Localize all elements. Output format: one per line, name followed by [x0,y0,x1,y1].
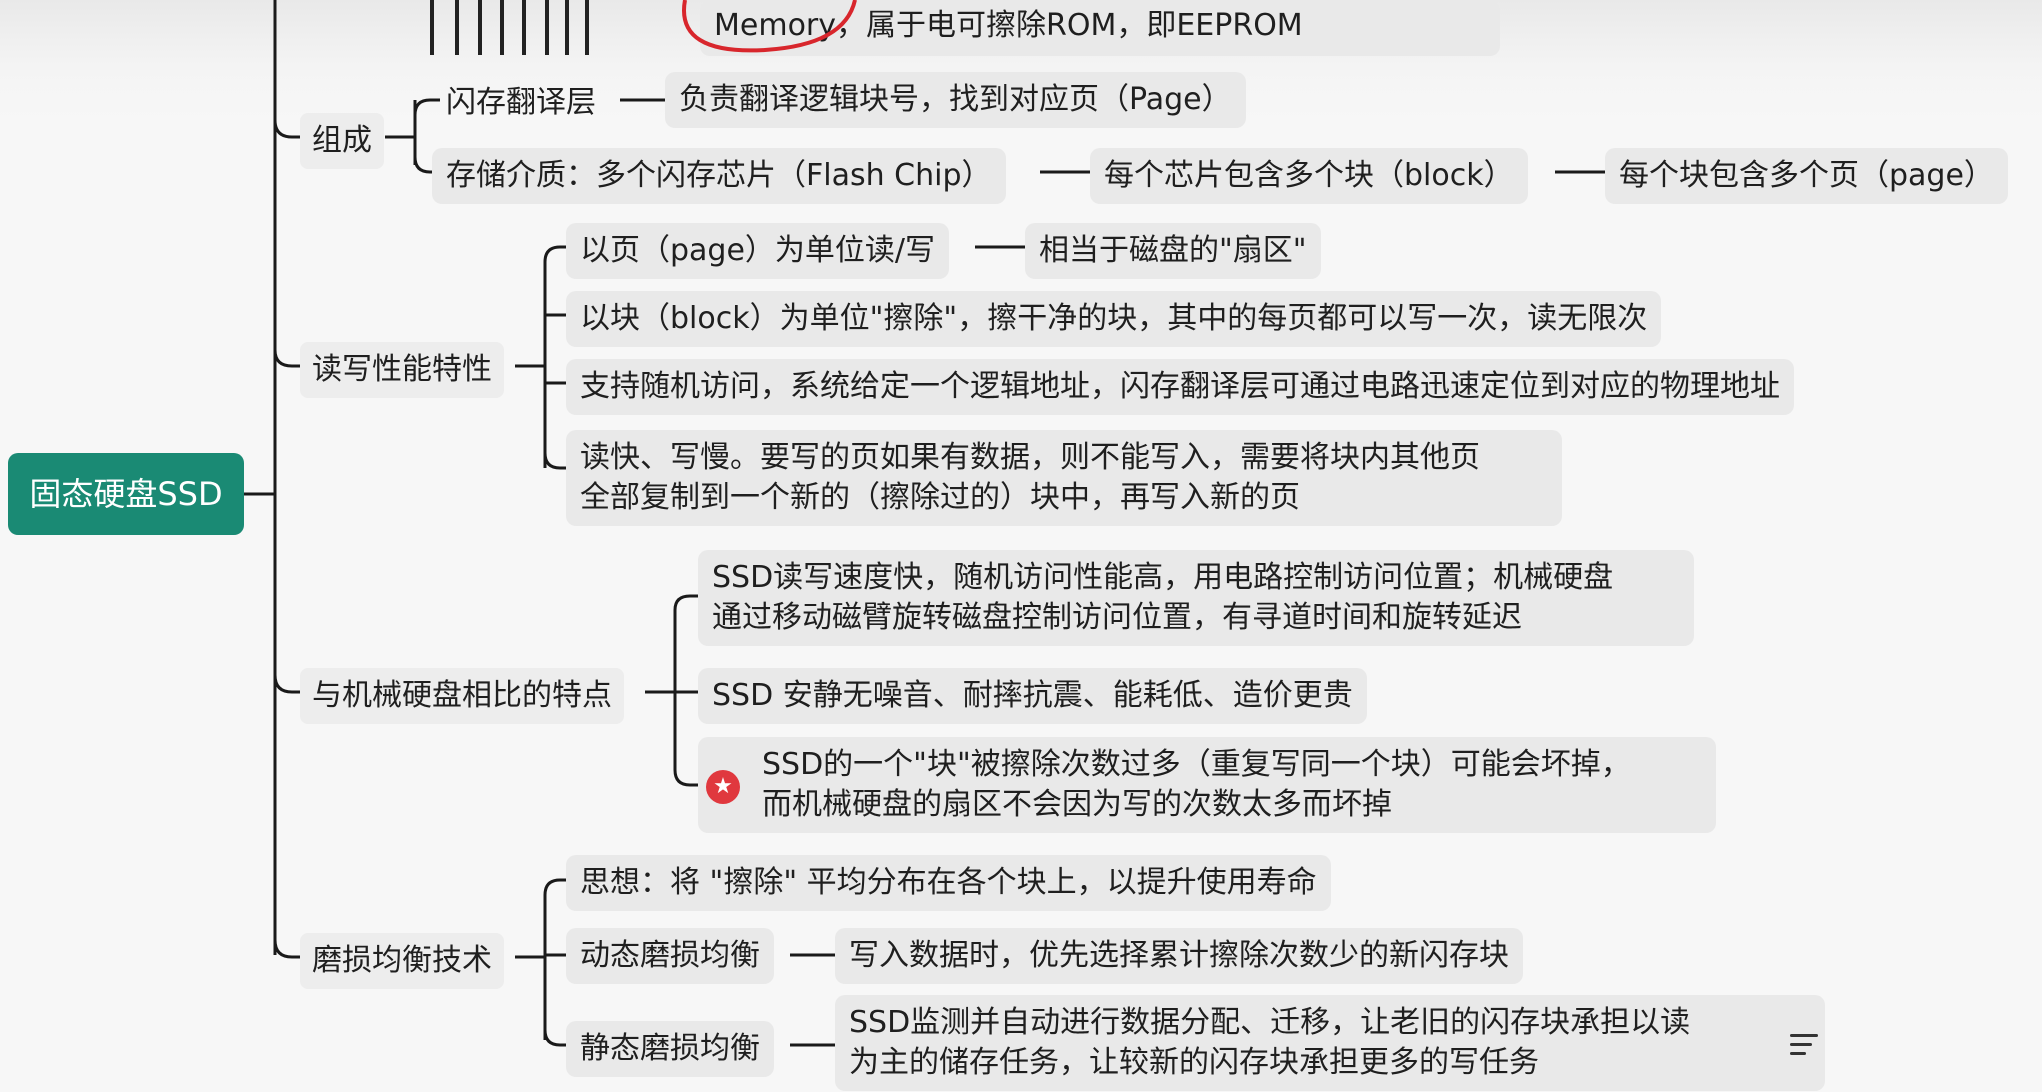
branch-compare-label: 与机械硬盘相比的特点 [312,678,612,713]
branch-rw-label: 读写性能特性 [312,352,492,387]
node-rw-3-label: 支持随机访问，系统给定一个逻辑地址，闪存翻译层可通过电路迅速定位到对应的物理地址 [580,369,1780,404]
node-ftl-label: 闪存翻译层 [446,85,596,120]
node-compare-1-line1: SSD读写速度快，随机访问性能高，用电路控制访问位置；机械硬盘 [712,560,1614,595]
star-icon: ★ [706,770,740,804]
node-wear-dynamic-label: 动态磨损均衡 [580,938,760,973]
branch-zucheng[interactable]: 组成 [300,113,384,169]
node-chip-blocks-label: 每个芯片包含多个块（block） [1104,158,1514,193]
node-rw-4-line1: 读快、写慢。要写的页如果有数据，则不能写入，需要将块内其他页 [580,440,1480,475]
branch-zucheng-label: 组成 [312,123,372,158]
node-ftl-desc[interactable]: 负责翻译逻辑块号，找到对应页（Page） [665,72,1246,128]
node-rw-3[interactable]: 支持随机访问，系统给定一个逻辑地址，闪存翻译层可通过电路迅速定位到对应的物理地址 [566,359,1794,415]
node-medium-label: 存储介质：多个闪存芯片（Flash Chip） [446,158,992,193]
node-compare-2-label: SSD 安静无噪音、耐摔抗震、能耗低、造价更贵 [712,678,1353,713]
node-compare-3-line2: 而机械硬盘的扇区不会因为写的次数太多而坏掉 [762,787,1392,822]
menu-icon[interactable] [1790,1034,1818,1056]
node-wear-static-line2: 为主的储存任务，让较新的闪存块承担更多的写任务 [849,1045,1539,1080]
branch-compare[interactable]: 与机械硬盘相比的特点 [300,668,624,724]
node-wear-dynamic[interactable]: 动态磨损均衡 [566,928,774,984]
node-wear-idea[interactable]: 思想：将 "擦除" 平均分布在各个块上，以提升使用寿命 [566,855,1331,911]
top-artifact-bars [400,0,700,60]
node-wear-idea-label: 思想：将 "擦除" 平均分布在各个块上，以提升使用寿命 [580,865,1317,900]
node-rw-2-label: 以块（block）为单位"擦除"，擦干净的块，其中的每页都可以写一次，读无限次 [580,301,1648,336]
node-wear-static-desc[interactable]: SSD监测并自动进行数据分配、迁移，让老旧的闪存块承担以读 为主的储存任务，让较… [835,995,1825,1091]
node-rw-4-line2: 全部复制到一个新的（擦除过的）块中，再写入新的页 [580,480,1300,515]
node-compare-1-line2: 通过移动磁臂旋转磁盘控制访问位置，有寻道时间和旋转延迟 [712,600,1522,635]
node-compare-3[interactable]: SSD的一个"块"被擦除次数过多（重复写同一个块）可能会坏掉， 而机械硬盘的扇区… [698,737,1716,833]
node-compare-1[interactable]: SSD读写速度快，随机访问性能高，用电路控制访问位置；机械硬盘 通过移动磁臂旋转… [698,550,1694,646]
node-rw-1-note-label: 相当于磁盘的"扇区" [1039,233,1307,268]
node-wear-dynamic-desc[interactable]: 写入数据时，优先选择累计擦除次数少的新闪存块 [835,928,1523,984]
node-wear-static[interactable]: 静态磨损均衡 [566,1021,774,1077]
node-wear-static-line1: SSD监测并自动进行数据分配、迁移，让老旧的闪存块承担以读 [849,1005,1691,1040]
node-compare-3-line1: SSD的一个"块"被擦除次数过多（重复写同一个块）可能会坏掉， [762,747,1631,782]
branch-rw[interactable]: 读写性能特性 [300,342,504,398]
node-ftl-desc-label: 负责翻译逻辑块号，找到对应页（Page） [679,82,1232,117]
branch-wear[interactable]: 磨损均衡技术 [300,933,504,989]
node-wear-static-label: 静态磨损均衡 [580,1031,760,1066]
node-rw-4[interactable]: 读快、写慢。要写的页如果有数据，则不能写入，需要将块内其他页 全部复制到一个新的… [566,430,1562,526]
node-wear-dynamic-desc-label: 写入数据时，优先选择累计擦除次数少的新闪存块 [849,938,1509,973]
node-rw-1[interactable]: 以页（page）为单位读/写 [566,223,950,279]
node-compare-2[interactable]: SSD 安静无噪音、耐摔抗震、能耗低、造价更贵 [698,668,1367,724]
node-rw-2[interactable]: 以块（block）为单位"擦除"，擦干净的块，其中的每页都可以写一次，读无限次 [566,291,1662,347]
root-node[interactable]: 固态硬盘SSD [8,453,244,535]
node-block-pages-label: 每个块包含多个页（page） [1619,158,1994,193]
red-annotation [682,0,857,53]
node-chip-blocks[interactable]: 每个芯片包含多个块（block） [1090,148,1528,204]
node-rw-1-note[interactable]: 相当于磁盘的"扇区" [1025,223,1321,279]
node-rw-1-label: 以页（page）为单位读/写 [580,233,936,268]
node-medium[interactable]: 存储介质：多个闪存芯片（Flash Chip） [432,148,1006,204]
branch-wear-label: 磨损均衡技术 [312,943,492,978]
node-block-pages[interactable]: 每个块包含多个页（page） [1605,148,2008,204]
node-ftl[interactable]: 闪存翻译层 [432,75,610,131]
